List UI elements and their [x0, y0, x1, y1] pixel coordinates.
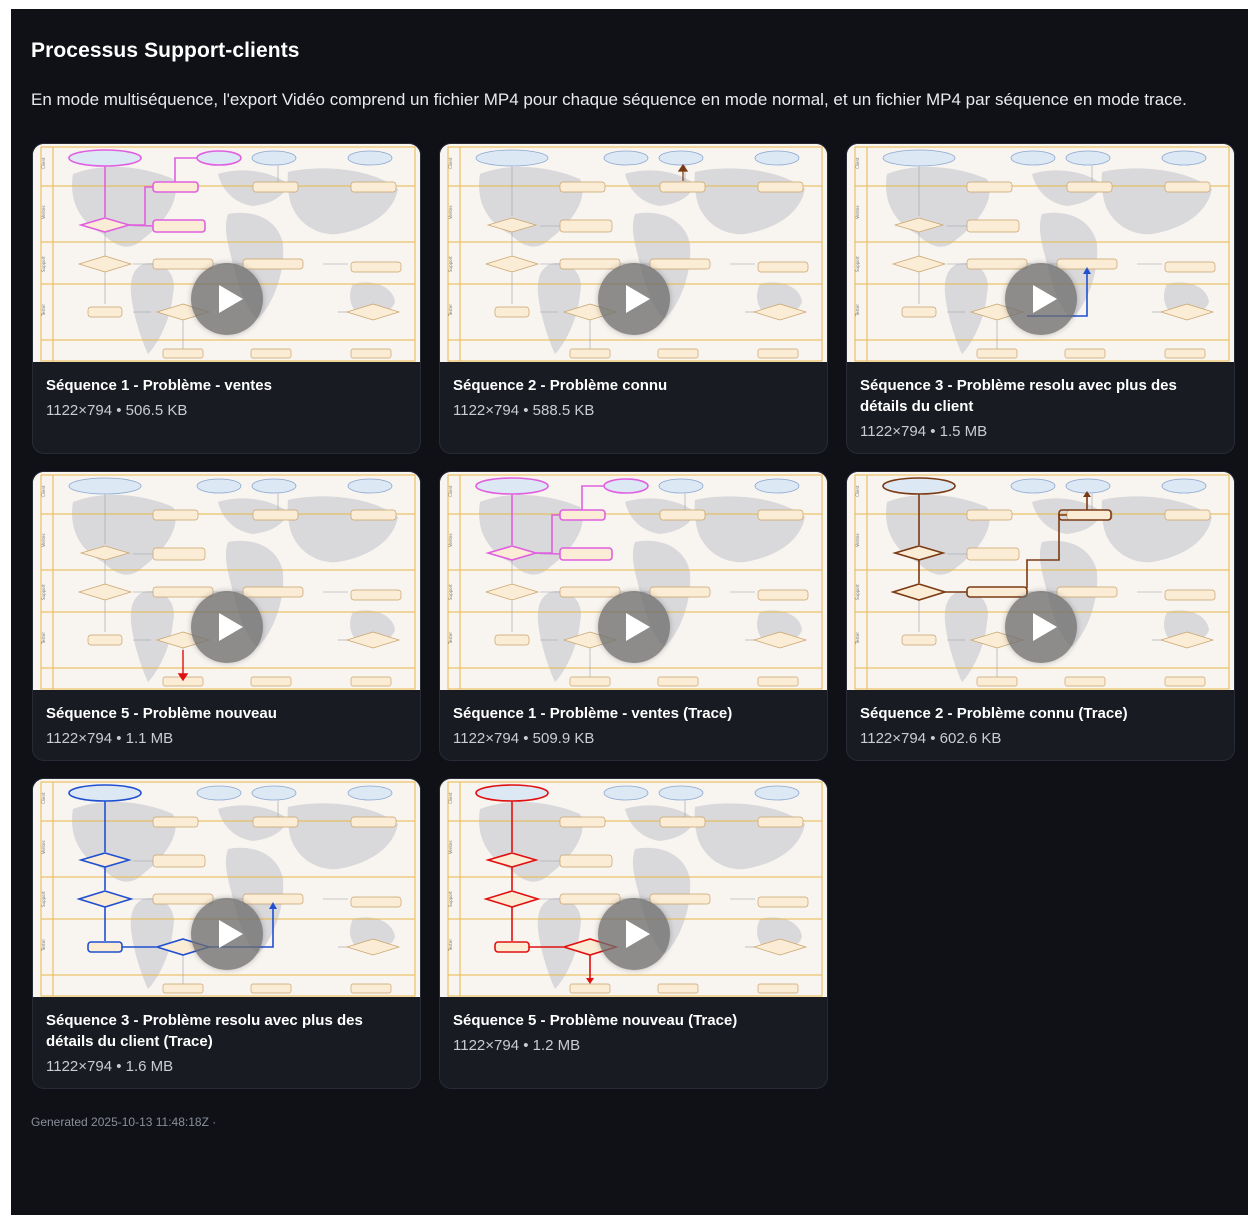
video-thumbnail[interactable]	[33, 472, 420, 690]
video-info: 1122×794 • 1.2 MB	[453, 1037, 581, 1054]
video-info: 1122×794 • 509.9 KB	[453, 730, 595, 747]
video-info: 1122×794 • 1.1 MB	[46, 730, 174, 747]
video-card[interactable]: Séquence 2 - Problème connu 1122×794 • 5…	[439, 143, 828, 454]
play-icon	[219, 920, 243, 948]
play-button[interactable]	[598, 591, 670, 663]
video-thumbnail[interactable]	[33, 779, 420, 997]
video-info: 1122×794 • 602.6 KB	[860, 730, 1002, 747]
play-button[interactable]	[191, 591, 263, 663]
play-icon	[626, 285, 650, 313]
play-icon	[219, 285, 243, 313]
video-meta: Séquence 2 - Problème connu 1122×794 • 5…	[440, 362, 827, 433]
video-meta: Séquence 1 - Problème - ventes 1122×794 …	[33, 362, 420, 433]
video-title: Séquence 5 - Problème nouveau (Trace)	[453, 1012, 738, 1029]
video-title: Séquence 1 - Problème - ventes (Trace)	[453, 705, 733, 722]
video-thumbnail[interactable]	[440, 472, 827, 690]
video-title: Séquence 5 - Problème nouveau	[46, 705, 277, 722]
video-thumbnail[interactable]	[440, 144, 827, 362]
video-card[interactable]: Séquence 5 - Problème nouveau (Trace) 11…	[439, 778, 828, 1089]
play-button[interactable]	[191, 898, 263, 970]
video-meta: Séquence 2 - Problème connu (Trace) 1122…	[847, 690, 1234, 760]
video-info: 1122×794 • 588.5 KB	[453, 402, 595, 419]
play-icon	[1033, 285, 1057, 313]
video-title: Séquence 3 - Problème resolu avec plus d…	[860, 377, 1177, 415]
video-thumbnail[interactable]	[440, 779, 827, 997]
generated-footer: Generated 2025-10-13 11:48:18Z ·	[31, 1115, 217, 1129]
video-meta: Séquence 3 - Problème resolu avec plus d…	[33, 997, 420, 1088]
page: Processus Support-clients En mode multis…	[11, 9, 1248, 1215]
play-button[interactable]	[191, 263, 263, 335]
video-title: Séquence 2 - Problème connu	[453, 377, 668, 394]
video-title: Séquence 2 - Problème connu (Trace)	[860, 705, 1128, 722]
video-grid: Séquence 1 - Problème - ventes 1122×794 …	[32, 143, 1236, 1093]
video-info: 1122×794 • 506.5 KB	[46, 402, 188, 419]
video-card[interactable]: Séquence 1 - Problème - ventes (Trace) 1…	[439, 471, 828, 761]
video-info: 1122×794 • 1.5 MB	[860, 423, 988, 440]
play-button[interactable]	[1005, 263, 1077, 335]
play-icon	[626, 613, 650, 641]
video-card[interactable]: Séquence 3 - Problème resolu avec plus d…	[32, 778, 421, 1089]
video-thumbnail[interactable]	[847, 472, 1234, 690]
video-info: 1122×794 • 1.6 MB	[46, 1058, 174, 1075]
page-description: En mode multiséquence, l'export Vidéo co…	[31, 90, 1187, 109]
play-icon	[219, 613, 243, 641]
video-title: Séquence 1 - Problème - ventes	[46, 377, 272, 394]
video-meta: Séquence 5 - Problème nouveau 1122×794 •…	[33, 690, 420, 760]
video-card[interactable]: Séquence 2 - Problème connu (Trace) 1122…	[846, 471, 1235, 761]
play-icon	[626, 920, 650, 948]
play-button[interactable]	[598, 263, 670, 335]
video-meta: Séquence 5 - Problème nouveau (Trace) 11…	[440, 997, 827, 1068]
play-button[interactable]	[1005, 591, 1077, 663]
video-card[interactable]: Séquence 1 - Problème - ventes 1122×794 …	[32, 143, 421, 454]
page-title: Processus Support-clients	[31, 39, 300, 62]
video-meta: Séquence 1 - Problème - ventes (Trace) 1…	[440, 690, 827, 760]
play-icon	[1033, 613, 1057, 641]
play-button[interactable]	[598, 898, 670, 970]
video-card[interactable]: Séquence 5 - Problème nouveau 1122×794 •…	[32, 471, 421, 761]
video-title: Séquence 3 - Problème resolu avec plus d…	[46, 1012, 363, 1050]
video-thumbnail[interactable]	[33, 144, 420, 362]
video-meta: Séquence 3 - Problème resolu avec plus d…	[847, 362, 1234, 453]
video-thumbnail[interactable]	[847, 144, 1234, 362]
video-card[interactable]: Séquence 3 - Problème resolu avec plus d…	[846, 143, 1235, 454]
